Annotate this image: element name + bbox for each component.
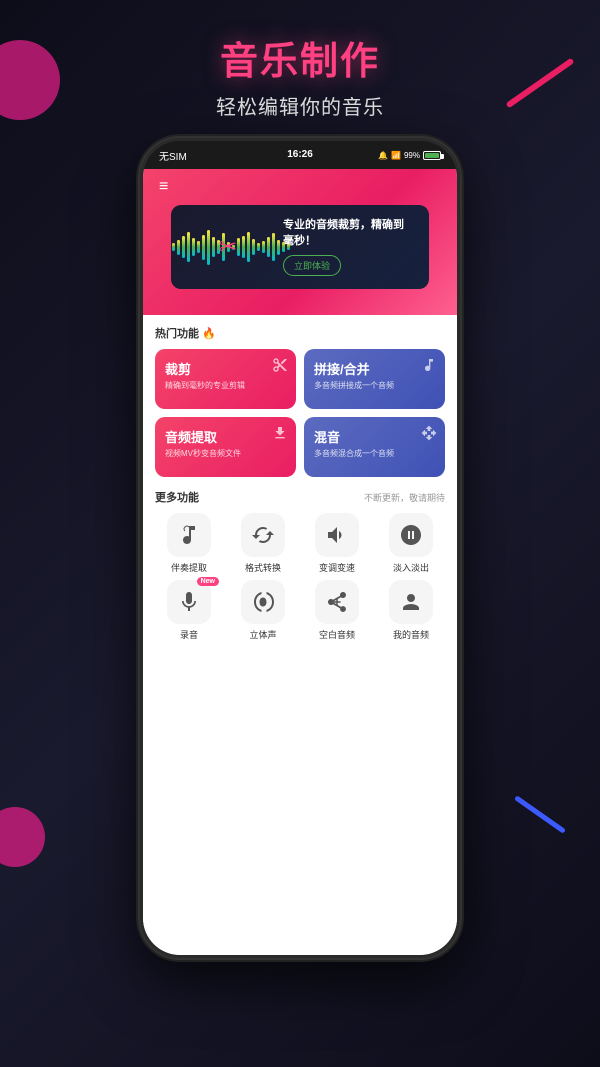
more-item-record[interactable]: New 录音 xyxy=(155,580,223,641)
merge-icon xyxy=(421,357,437,378)
blank-audio-label: 空白音频 xyxy=(319,628,355,641)
feature-card-merge[interactable]: 拼接/合并 多音频拼接成一个音频 xyxy=(304,349,445,409)
battery-icon xyxy=(423,151,441,160)
clock: 16:26 xyxy=(287,149,313,160)
content-area: 热门功能 🔥 裁剪 精确到毫秒的专业剪辑 拼接/合并 xyxy=(143,315,457,955)
music-extract-label: 伴奏提取 xyxy=(171,561,207,574)
more-item-music-extract[interactable]: 伴奏提取 xyxy=(155,513,223,574)
menu-icon[interactable]: ≡ xyxy=(159,179,168,195)
my-audio-icon xyxy=(389,580,433,624)
trim-subtitle: 精确到毫秒的专业剪辑 xyxy=(165,380,286,391)
banner-text: 专业的音频裁剪，精确到 毫秒！ 立即体验 xyxy=(283,218,417,276)
wifi-icon: 📶 xyxy=(391,151,401,160)
my-audio-label: 我的音频 xyxy=(393,628,429,641)
pitch-speed-label: 变调变速 xyxy=(319,561,355,574)
trim-title: 裁剪 xyxy=(165,359,286,378)
more-item-blank-audio[interactable]: 空白音频 xyxy=(303,580,371,641)
app-subtitle: 轻松编辑你的音乐 xyxy=(216,91,384,120)
format-convert-label: 格式转换 xyxy=(245,561,281,574)
notification-icon: 🔔 xyxy=(378,151,388,160)
bg-circle-left-top xyxy=(0,40,60,120)
record-label: 录音 xyxy=(180,628,198,641)
more-features-row2: New 录音 立体声 xyxy=(155,580,445,641)
try-now-button[interactable]: 立即体验 xyxy=(283,255,341,276)
phone-screen: ≡ ✂ 专业的音频裁剪，精确到 毫秒！ 立即体验 热门功能 🔥 xyxy=(143,169,457,955)
extract-title: 音频提取 xyxy=(165,427,286,446)
feature-card-extract[interactable]: 音频提取 视频MV秒变音频文件 xyxy=(155,417,296,477)
more-section-header: 更多功能 不断更新，敬请期待 xyxy=(155,489,445,505)
bg-line-bottom-right xyxy=(514,795,566,834)
merge-subtitle: 多音频拼接成一个音频 xyxy=(314,380,435,391)
extract-icon xyxy=(272,425,288,446)
stereo-label: 立体声 xyxy=(249,628,276,641)
status-icons: 🔔 📶 99% xyxy=(378,151,441,160)
new-badge: New xyxy=(197,577,219,586)
record-icon xyxy=(167,580,211,624)
phone-frame: 无SIM 16:26 🔔 📶 99% ≡ ✂ 专业的音频 xyxy=(140,138,460,958)
more-item-pitch-speed[interactable]: 变调变速 xyxy=(303,513,371,574)
mix-subtitle: 多音频混合成一个音频 xyxy=(314,448,435,459)
blank-audio-icon xyxy=(315,580,359,624)
app-title: 音乐制作 xyxy=(216,30,384,85)
app-header: ≡ ✂ 专业的音频裁剪，精确到 毫秒！ 立即体验 xyxy=(143,169,457,315)
format-convert-icon xyxy=(241,513,285,557)
hot-section-title: 热门功能 🔥 xyxy=(155,325,445,341)
phone-status-bar: 无SIM 16:26 🔔 📶 99% xyxy=(143,141,457,169)
merge-title: 拼接/合并 xyxy=(314,359,435,378)
bg-circle-left-bottom xyxy=(0,807,45,867)
more-section-title: 更多功能 xyxy=(155,489,199,505)
feature-card-trim[interactable]: 裁剪 精确到毫秒的专业剪辑 xyxy=(155,349,296,409)
bg-line-top-right xyxy=(506,58,575,109)
banner-visual: ✂ xyxy=(183,217,273,277)
scissors-icon: ✂ xyxy=(219,234,237,260)
battery-percent: 99% xyxy=(404,151,420,160)
fade-label: 淡入淡出 xyxy=(393,561,429,574)
promo-banner[interactable]: ✂ 专业的音频裁剪，精确到 毫秒！ 立即体验 xyxy=(171,205,429,289)
sim-indicator: 无SIM xyxy=(159,148,187,163)
more-item-my-audio[interactable]: 我的音频 xyxy=(377,580,445,641)
hot-features-grid: 裁剪 精确到毫秒的专业剪辑 拼接/合并 多音频拼接成一个音频 xyxy=(155,349,445,477)
trim-icon xyxy=(272,357,288,378)
banner-title: 专业的音频裁剪，精确到 毫秒！ xyxy=(283,218,417,249)
pitch-speed-icon xyxy=(315,513,359,557)
hero-section: 音乐制作 轻松编辑你的音乐 xyxy=(216,30,384,120)
more-item-fade[interactable]: 淡入淡出 xyxy=(377,513,445,574)
extract-subtitle: 视频MV秒变音频文件 xyxy=(165,448,286,459)
mix-title: 混音 xyxy=(314,427,435,446)
feature-card-mix[interactable]: 混音 多音频混合成一个音频 xyxy=(304,417,445,477)
more-update-text: 不断更新，敬请期待 xyxy=(364,491,445,504)
mix-icon xyxy=(421,425,437,446)
more-item-format-convert[interactable]: 格式转换 xyxy=(229,513,297,574)
stereo-icon xyxy=(241,580,285,624)
more-features-row1: 伴奏提取 格式转换 变调变速 xyxy=(155,513,445,574)
more-item-stereo[interactable]: 立体声 xyxy=(229,580,297,641)
music-extract-icon xyxy=(167,513,211,557)
fade-icon xyxy=(389,513,433,557)
battery-fill xyxy=(425,153,439,158)
